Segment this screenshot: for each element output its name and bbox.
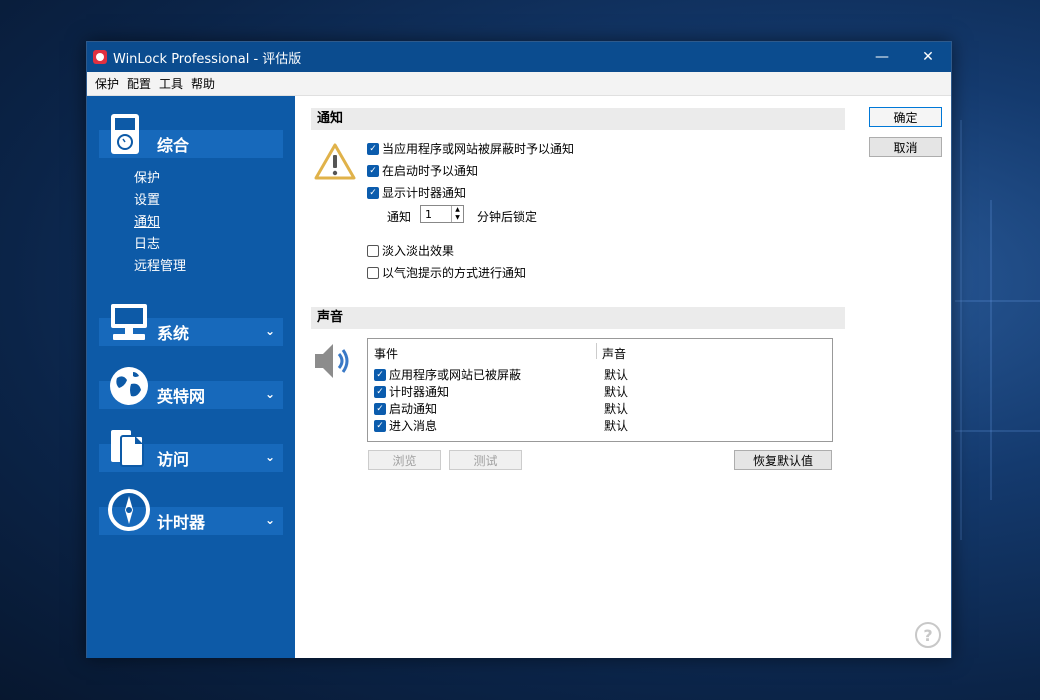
app-logo-icon (93, 50, 107, 64)
checkbox-icon[interactable]: ✓ (367, 186, 379, 199)
warning-icon (314, 143, 356, 180)
sidebar: 综合 保护 设置 通知 日志 远程管理 系统 ⌄ 英特网 ⌄ 访问 ⌄ 计时器 … (87, 96, 295, 658)
spin-suffix-label: 分钟后锁定 (477, 210, 538, 224)
browse-button[interactable]: 浏览 (368, 450, 441, 470)
chevron-down-icon: ⌄ (264, 450, 275, 464)
help-icon[interactable]: ? (915, 622, 941, 648)
sidebar-item-protect[interactable]: 保护 (134, 167, 160, 186)
event-name: 应用程序或网站已被屏蔽 (389, 368, 522, 382)
menu-protect[interactable]: 保护 (91, 75, 123, 92)
spin-prefix-label: 通知 (387, 210, 412, 224)
section-access-label: 访问 (157, 450, 190, 469)
checkbox-icon[interactable]: ✓ (367, 164, 379, 177)
section-internet-label: 英特网 (157, 387, 206, 406)
fade-effect-label: 淡入淡出效果 (382, 244, 455, 258)
sound-group-header: 声音 (311, 307, 845, 329)
notify-startup-label: 在启动时予以通知 (382, 164, 479, 178)
notify-timer-checkbox[interactable]: ✓ 显示计时器通知 (367, 184, 466, 201)
computer-icon (111, 304, 147, 340)
balloon-notify-checkbox[interactable]: 以气泡提示的方式进行通知 (367, 264, 526, 281)
section-system-label: 系统 (157, 324, 190, 343)
chevron-down-icon: ⌄ (264, 387, 275, 401)
checkbox-icon[interactable]: ✓ (374, 385, 386, 398)
menu-tools[interactable]: 工具 (155, 75, 187, 92)
notify-startup-checkbox[interactable]: ✓ 在启动时予以通知 (367, 162, 478, 179)
sidebar-item-log[interactable]: 日志 (134, 233, 160, 252)
minutes-input[interactable]: 1 ▲ ▼ (420, 205, 464, 223)
checkbox-icon[interactable]: ✓ (367, 142, 379, 155)
cancel-button[interactable]: 取消 (869, 137, 942, 157)
close-button[interactable]: ✕ (905, 42, 951, 72)
globe-icon (110, 367, 148, 405)
col-header-sound[interactable]: 声音 (602, 345, 626, 362)
test-button[interactable]: 测试 (449, 450, 522, 470)
checkbox-icon[interactable] (367, 244, 379, 257)
notify-blocked-checkbox[interactable]: ✓ 当应用程序或网站被屏蔽时予以通知 (367, 140, 574, 157)
content-panel: 通知 ✓ 当应用程序或网站被屏蔽时予以通知 ✓ 在启动时予以通知 ✓ 显示计时器… (295, 96, 951, 658)
minutes-spinner[interactable]: 1 ▲ ▼ (420, 205, 464, 223)
menu-config[interactable]: 配置 (123, 75, 155, 92)
compass-icon (108, 489, 150, 531)
sidebar-item-settings[interactable]: 设置 (134, 189, 160, 208)
checkbox-icon[interactable]: ✓ (374, 368, 386, 381)
minimize-button[interactable]: — (859, 42, 905, 72)
menu-help[interactable]: 帮助 (187, 75, 219, 92)
notify-timer-label: 显示计时器通知 (382, 186, 467, 200)
event-sound: 默认 (604, 385, 629, 399)
sidebar-item-remote[interactable]: 远程管理 (134, 255, 186, 274)
chevron-down-icon: ⌄ (264, 324, 275, 338)
list-item[interactable]: ✓ 应用程序或网站已被屏蔽 (374, 366, 521, 383)
fade-effect-checkbox[interactable]: 淡入淡出效果 (367, 242, 454, 259)
checkbox-icon[interactable]: ✓ (374, 402, 386, 415)
balloon-notify-label: 以气泡提示的方式进行通知 (382, 266, 527, 280)
speaker-icon (315, 344, 349, 378)
event-name: 计时器通知 (389, 385, 450, 399)
event-sound: 默认 (604, 368, 629, 382)
list-item[interactable]: ✓ 启动通知 (374, 400, 437, 417)
event-name: 进入消息 (389, 419, 438, 433)
sidebar-item-notify[interactable]: 通知 (134, 211, 160, 230)
menu-bar: 保护 配置 工具 帮助 (87, 72, 951, 96)
column-divider (596, 343, 597, 359)
window-title: WinLock Professional - 评估版 (113, 51, 302, 67)
col-header-event[interactable]: 事件 (374, 345, 398, 362)
checkbox-icon[interactable] (367, 266, 379, 279)
minutes-value: 1 (425, 207, 432, 221)
checkbox-icon[interactable]: ✓ (374, 419, 386, 432)
documents-icon (111, 430, 144, 467)
spinner-arrows-icon[interactable]: ▲ ▼ (451, 206, 463, 222)
list-item[interactable]: ✓ 计时器通知 (374, 383, 449, 400)
event-name: 启动通知 (389, 402, 438, 416)
ok-button[interactable]: 确定 (869, 107, 942, 127)
title-bar: WinLock Professional - 评估版 — ✕ (87, 42, 951, 72)
chevron-down-icon: ⌄ (264, 513, 275, 527)
section-general-label: 综合 (157, 136, 190, 155)
list-item[interactable]: ✓ 进入消息 (374, 417, 437, 434)
sound-event-list[interactable]: 事件 声音 ✓ 应用程序或网站已被屏蔽 默认 ✓ 计时器通知 默认 ✓ 启动通知… (367, 338, 833, 442)
notify-blocked-label: 当应用程序或网站被屏蔽时予以通知 (382, 142, 575, 156)
section-timer-label: 计时器 (157, 513, 206, 532)
event-sound: 默认 (604, 402, 629, 416)
notify-group-header: 通知 (311, 108, 845, 130)
restore-defaults-button[interactable]: 恢复默认值 (734, 450, 832, 470)
app-window: WinLock Professional - 评估版 — ✕ 保护 配置 工具 … (86, 41, 952, 658)
media-player-icon (111, 114, 139, 154)
event-sound: 默认 (604, 419, 629, 433)
